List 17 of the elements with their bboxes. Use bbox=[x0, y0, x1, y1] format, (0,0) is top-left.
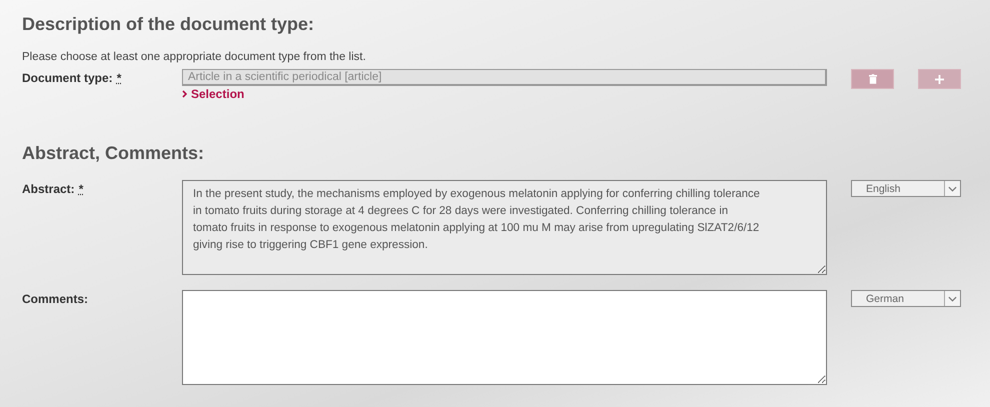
section-heading: Abstract, Comments: bbox=[22, 143, 206, 164]
section-heading: Description of the document type: bbox=[22, 14, 316, 35]
caret-icon bbox=[948, 296, 957, 302]
field-label: Abstract: bbox=[22, 182, 75, 196]
instruction-text: Please choose at least one appropriate document type from the list. bbox=[22, 51, 367, 63]
field-label: Document type: bbox=[22, 71, 113, 85]
field-label: Comments: bbox=[22, 292, 88, 306]
delete-button[interactable] bbox=[851, 69, 894, 89]
add-button[interactable] bbox=[918, 69, 961, 89]
text-area[interactable] bbox=[182, 290, 827, 385]
chevron-icon bbox=[182, 90, 187, 98]
language-dropdown[interactable]: German bbox=[851, 290, 961, 307]
required-mark: * bbox=[116, 71, 122, 85]
required-mark: * bbox=[78, 182, 84, 196]
caret-icon bbox=[948, 186, 957, 192]
trash-icon bbox=[868, 74, 876, 84]
plus-icon bbox=[935, 74, 944, 84]
